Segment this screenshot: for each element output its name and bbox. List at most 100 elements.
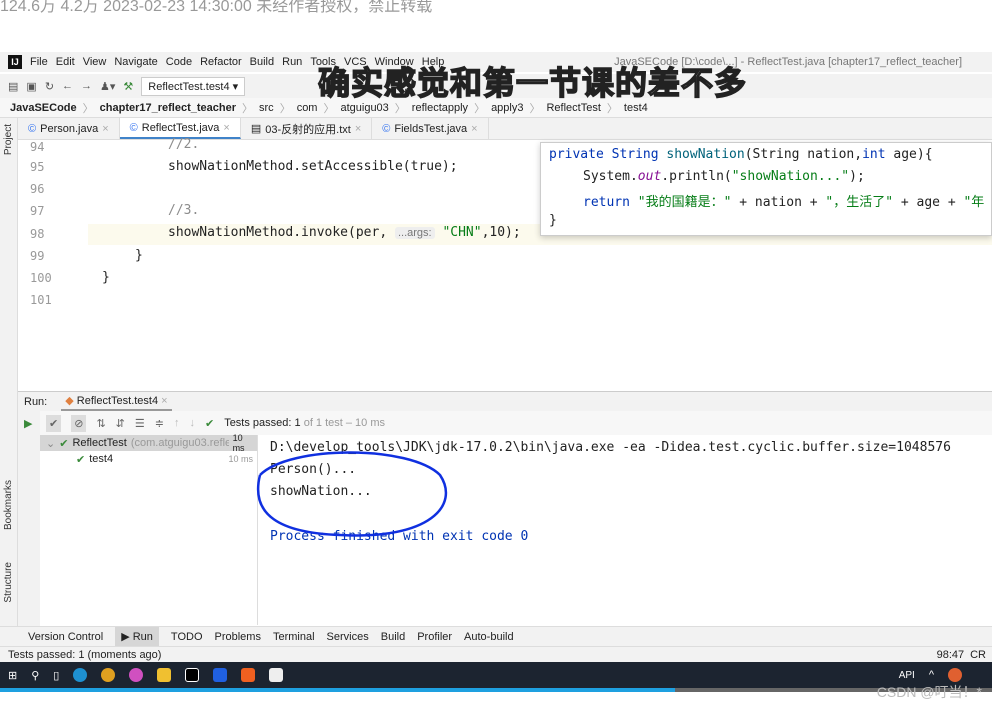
code-line: showNationMethod.setAccessible(true); — [168, 159, 458, 174]
tab-reflection-txt[interactable]: ▤ 03-反射的应用.txt × — [241, 118, 373, 139]
menu-edit[interactable]: Edit — [56, 56, 75, 68]
chrome-icon[interactable] — [101, 668, 116, 682]
code-line: //2. — [168, 137, 200, 152]
popup-line: return "我的国籍是：" + nation + "，生活了" + age … — [583, 195, 985, 210]
tool-run[interactable]: ▶ Run — [115, 627, 159, 646]
edge-icon[interactable] — [73, 668, 88, 682]
app-orange-icon[interactable] — [241, 668, 256, 682]
test-result-summary: Tests passed: 1 of 1 test – 10 ms — [224, 417, 386, 429]
show-passed-icon[interactable]: ✔ — [46, 414, 62, 432]
task-view-icon[interactable]: ▯ — [53, 669, 59, 682]
line-number: 94 — [30, 140, 45, 154]
structure-tool-button[interactable]: Structure — [3, 562, 14, 603]
run-toolbar: ✔ ⊘ ⇅ ⇵ ☰ ≑ ↑ ↓ ✔ Tests passed: 1 of 1 t… — [40, 411, 992, 435]
next-failed-icon[interactable]: ↓ — [189, 417, 195, 429]
csdn-watermark: CSDN @叮当！* — [876, 684, 982, 700]
sync-icon[interactable]: ↻ — [45, 80, 54, 93]
quick-definition-popup: private String showNation(String nation,… — [540, 142, 992, 236]
show-ignored-icon[interactable]: ⊘ — [71, 414, 87, 432]
prev-failed-icon[interactable]: ↑ — [174, 417, 180, 429]
popup-line: } — [549, 213, 557, 228]
save-icon[interactable]: ▣ — [26, 80, 36, 93]
intellij-logo-icon: IJ — [8, 55, 22, 69]
code-line: } — [135, 248, 143, 263]
line-separator[interactable]: CR — [970, 649, 986, 661]
file-explorer-icon[interactable] — [157, 668, 172, 682]
tool-problems[interactable]: Problems — [215, 631, 261, 643]
line-number: 99 — [30, 249, 45, 263]
video-meta: 124.6万 4.2万 2023-02-23 14:30:00 未经作者授权，禁… — [0, 0, 433, 15]
tool-services[interactable]: Services — [327, 631, 369, 643]
windows-start-icon[interactable]: ⊞ — [8, 669, 17, 682]
menu-file[interactable]: File — [30, 56, 48, 68]
menu-navigate[interactable]: Navigate — [114, 56, 157, 68]
user-icon[interactable]: ♟▾ — [100, 80, 115, 93]
line-number: 95 — [30, 160, 45, 174]
app-p-icon[interactable] — [213, 668, 228, 682]
open-icon[interactable]: ▤ — [8, 80, 18, 93]
tray-chevron-icon[interactable]: ^ — [929, 669, 934, 681]
bottom-tool-bar: Version Control ▶ Run TODO Problems Term… — [0, 626, 992, 646]
line-number: 97 — [30, 204, 45, 218]
project-tool-button[interactable]: Project — [3, 124, 14, 155]
run-side-toolbar: ▶ — [18, 411, 40, 626]
run-config-select[interactable]: ReflectTest.test4 ▾ — [141, 76, 246, 96]
breadcrumb-item[interactable]: com — [297, 102, 318, 114]
menu-build[interactable]: Build — [250, 56, 274, 68]
tray-record-icon[interactable] — [948, 668, 962, 682]
tab-person-java[interactable]: © Person.java × — [18, 118, 120, 139]
status-bar: Tests passed: 1 (moments ago) 98:47 CR — [0, 646, 992, 662]
bookmarks-tool-button[interactable]: Bookmarks — [3, 480, 14, 530]
left-tool-strip: Project Bookmarks Structure — [0, 118, 18, 626]
forward-icon[interactable]: → — [81, 80, 92, 92]
line-number: 101 — [30, 293, 52, 307]
video-subtitle: 确实感觉和第一节课的差不多 — [317, 64, 748, 102]
line-number: 96 — [30, 182, 45, 196]
status-message: Tests passed: 1 (moments ago) — [8, 648, 162, 661]
popup-line: System.out.println("showNation..."); — [583, 169, 865, 184]
run-panel-header: Run: ◆ ReflectTest.test4 × — [18, 391, 992, 411]
intellij-icon[interactable] — [185, 668, 200, 682]
build-hammer-icon[interactable]: ⚒ — [123, 80, 133, 93]
video-progress-bar[interactable] — [0, 688, 992, 692]
breadcrumb-item[interactable]: chapter17_reflect_teacher — [100, 102, 236, 114]
tool-auto-build[interactable]: Auto-build — [464, 631, 514, 643]
code-line: //3. — [168, 203, 200, 218]
menu-refactor[interactable]: Refactor — [200, 56, 242, 68]
line-number: 100 — [30, 271, 52, 285]
console-output[interactable]: D:\develop_tools\JDK\jdk-17.0.2\bin\java… — [257, 435, 992, 625]
sort-alpha-icon[interactable]: ⇅ — [96, 417, 105, 430]
windows-taskbar: ⊞ ⚲ ▯ API ^ — [0, 662, 992, 688]
tool-version-control[interactable]: Version Control — [28, 631, 103, 643]
editor-tabs: © Person.java × © ReflectTest.java × ▤ 03-反射的… — [18, 118, 992, 140]
code-line: showNationMethod.invoke(per, ...args: "C… — [168, 225, 521, 240]
line-number: 98 — [30, 227, 45, 241]
passed-check-icon: ✔ — [204, 417, 215, 430]
tab-fieldstest-java[interactable]: © FieldsTest.java × — [372, 118, 489, 139]
notepad-icon[interactable] — [269, 668, 284, 682]
popup-line: private String showNation(String nation,… — [549, 147, 933, 162]
tool-todo[interactable]: TODO — [171, 631, 203, 643]
caret-position[interactable]: 98:47 — [937, 649, 965, 661]
sort-duration-icon[interactable]: ⇵ — [116, 417, 125, 430]
back-icon[interactable]: ← — [62, 80, 73, 92]
tray-api-label: API — [898, 669, 915, 681]
run-tab[interactable]: ◆ ReflectTest.test4 × — [61, 392, 172, 411]
tab-reflecttest-java[interactable]: © ReflectTest.java × — [119, 118, 241, 139]
rerun-icon[interactable]: ▶ — [24, 417, 32, 430]
expand-all-icon[interactable]: ☰ — [135, 417, 145, 430]
collapse-all-icon[interactable]: ≑ — [155, 417, 164, 430]
menu-view[interactable]: View — [83, 56, 107, 68]
code-line: } — [102, 270, 110, 285]
breadcrumb-item[interactable]: src — [259, 102, 274, 114]
tool-terminal[interactable]: Terminal — [273, 631, 315, 643]
menu-run[interactable]: Run — [282, 56, 302, 68]
hand-drawn-circle-annotation — [257, 451, 448, 537]
search-icon[interactable]: ⚲ — [31, 669, 39, 682]
tool-profiler[interactable]: Profiler — [417, 631, 452, 643]
run-label: Run: — [24, 395, 48, 408]
menu-code[interactable]: Code — [166, 56, 192, 68]
browser-icon[interactable] — [129, 668, 144, 682]
tool-build[interactable]: Build — [381, 631, 405, 643]
breadcrumb-item[interactable]: JavaSECode — [10, 102, 77, 114]
